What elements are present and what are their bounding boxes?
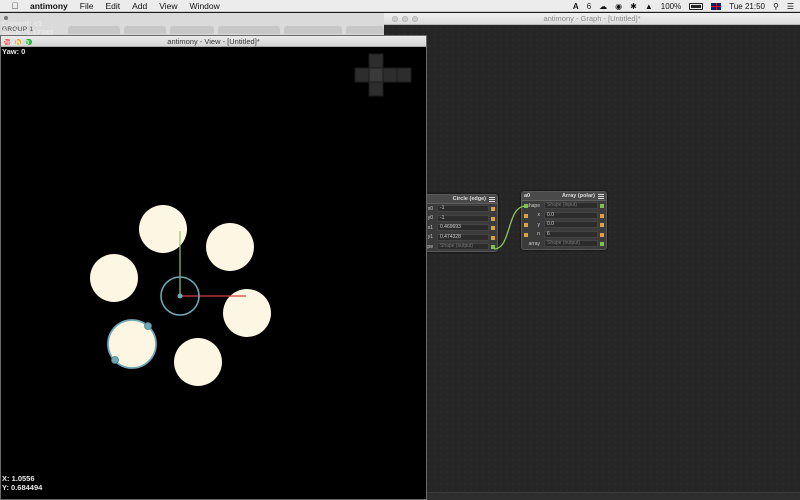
- graph-canvas[interactable]: Circle (edge) x0 -1 y0 -1 x1 0.469693 y1…: [384, 25, 800, 492]
- clock[interactable]: Tue 21:50: [729, 2, 765, 11]
- hud-info: Current: c1 Scale: 1.17342 Pitch: 0 Yaw:…: [2, 19, 53, 56]
- menu-bar:  antimony File Edit Add View Window A 6…: [0, 0, 800, 12]
- center-handle[interactable]: [111, 356, 119, 364]
- background-tab-6[interactable]: [346, 26, 384, 34]
- hud-yaw: Yaw: 0: [2, 46, 26, 56]
- array-x-port[interactable]: [600, 213, 604, 218]
- view-cube-icon[interactable]: [354, 53, 412, 97]
- uk-flag-icon[interactable]: [711, 2, 722, 10]
- graph-connections: [493, 205, 527, 250]
- array-row-x: x 0.0: [522, 211, 606, 221]
- array-y-port[interactable]: [600, 223, 604, 227]
- array-shape-passthrough-port[interactable]: [600, 204, 604, 208]
- hud-coordinates: X: 1.0556 Y: 0.684494: [2, 474, 42, 493]
- circle-y1-field[interactable]: 0.474328: [437, 233, 489, 241]
- wifi-icon[interactable]: ▲: [645, 2, 653, 11]
- menu-view[interactable]: View: [154, 1, 184, 11]
- array-node[interactable]: a0 Array (polar) shape Shape (input) x 0…: [521, 191, 607, 250]
- array-circle-2[interactable]: [206, 223, 254, 271]
- hud-scale: Scale: 1.17342: [2, 28, 54, 38]
- array-shape-input: Shape (input): [544, 202, 598, 210]
- eye-icon[interactable]: ◉: [615, 2, 622, 11]
- background-tab-3[interactable]: [170, 26, 214, 34]
- array-shape-output: Shape (output): [544, 240, 598, 248]
- graph-zoom-icon[interactable]: [412, 16, 418, 22]
- battery-icon[interactable]: [689, 2, 704, 10]
- graph-window-title: antimony - Graph - [Untitled]*: [543, 14, 641, 23]
- array-row-shape: shape Shape (input): [522, 201, 606, 211]
- menu-file[interactable]: File: [75, 1, 101, 11]
- circle-x1-field[interactable]: 0.469693: [437, 224, 489, 232]
- array-node-type: Array (polar): [561, 193, 595, 199]
- array-y-field[interactable]: 0.0: [544, 221, 598, 229]
- battery-label: 100%: [660, 1, 682, 11]
- array-n-input-port[interactable]: [524, 232, 528, 237]
- notification-center-icon[interactable]: ☰: [787, 2, 794, 11]
- graph-close-icon[interactable]: [392, 16, 398, 22]
- viewport-graphics: [90, 53, 412, 386]
- hud-current: Current: c1: [2, 19, 43, 28]
- menu-window[interactable]: Window: [185, 1, 227, 11]
- bluetooth-icon[interactable]: ✱: [630, 2, 637, 11]
- circle-row-shape: shape Shape (output): [415, 242, 497, 252]
- array-y-input-port[interactable]: [524, 223, 528, 227]
- hud-x-coordinate: X: 1.0556: [2, 474, 35, 483]
- circle-y1-port[interactable]: [491, 235, 495, 240]
- graph-minimize-icon[interactable]: [402, 16, 408, 22]
- array-node-header[interactable]: a0 Array (polar): [522, 192, 606, 201]
- circle-x1-port[interactable]: [491, 226, 495, 230]
- circle-x0-field[interactable]: -1: [437, 205, 489, 213]
- status-area: A 6 ☁ ◉ ✱ ▲ 100% Tue 21:50 ⚲ ☰: [573, 0, 800, 12]
- circle-row-x1: x1 0.469693: [415, 223, 497, 233]
- array-origin-handle[interactable]: [177, 293, 183, 299]
- hud-pitch: Pitch: 0: [2, 37, 30, 47]
- array-n-port[interactable]: [600, 232, 604, 237]
- circle-row-y1: y1 0.474328: [415, 233, 497, 243]
- array-x-input-port[interactable]: [524, 213, 528, 218]
- circle-y0-port[interactable]: [491, 216, 495, 221]
- array-output-port[interactable]: [600, 242, 604, 246]
- search-icon[interactable]: ⚲: [773, 2, 779, 11]
- array-shape-input-port[interactable]: [524, 204, 528, 208]
- circle-row-x0: x0 -1: [415, 204, 497, 214]
- circle-shape-output-port[interactable]: [491, 245, 495, 249]
- app-menu[interactable]: antimony: [30, 1, 75, 11]
- graph-status-bar: [384, 492, 800, 500]
- graph-window-controls: [392, 16, 418, 22]
- circle-node-header[interactable]: Circle (edge): [415, 195, 497, 204]
- menu-add[interactable]: Add: [127, 1, 154, 11]
- circle-node-type: Circle (edge): [452, 196, 486, 202]
- graph-window: antimony - Graph - [Untitled]* Circle (e…: [384, 13, 800, 500]
- radius-handle[interactable]: [144, 322, 152, 330]
- circle-row-y0: y0 -1: [415, 214, 497, 224]
- background-tab-5[interactable]: [284, 26, 342, 34]
- array-row-output: array Shape (output): [522, 239, 606, 249]
- array-circle-3[interactable]: [90, 254, 138, 302]
- array-n-field[interactable]: 6: [544, 230, 598, 238]
- circle-y0-field[interactable]: -1: [437, 214, 489, 222]
- background-tab-4[interactable]: [218, 26, 280, 34]
- hud-y-coordinate: Y: 0.684494: [2, 483, 43, 493]
- array-x-field[interactable]: 0.0: [544, 211, 598, 219]
- array-node-menu-icon[interactable]: [598, 193, 604, 199]
- array-circle-6[interactable]: [174, 338, 222, 386]
- group-strip: GROUP 1: [0, 13, 384, 35]
- background-tab-2[interactable]: [124, 26, 166, 34]
- array-row-y: y 0.0: [522, 220, 606, 230]
- cloud-icon[interactable]: ☁: [599, 2, 607, 11]
- array-node-name[interactable]: a0: [524, 193, 562, 199]
- apple-menu-icon[interactable]: : [0, 1, 30, 11]
- menu-edit[interactable]: Edit: [100, 1, 127, 11]
- circle-x0-port[interactable]: [491, 207, 495, 211]
- graph-titlebar[interactable]: antimony - Graph - [Untitled]*: [384, 13, 800, 25]
- adobe-count: 6: [586, 1, 592, 11]
- background-tab-1[interactable]: [68, 26, 120, 34]
- circle-shape-output: Shape (output): [437, 243, 489, 251]
- adobe-icon[interactable]: A: [573, 2, 579, 11]
- circle-node-menu-icon[interactable]: [489, 196, 495, 202]
- array-row-n: n 6: [522, 230, 606, 240]
